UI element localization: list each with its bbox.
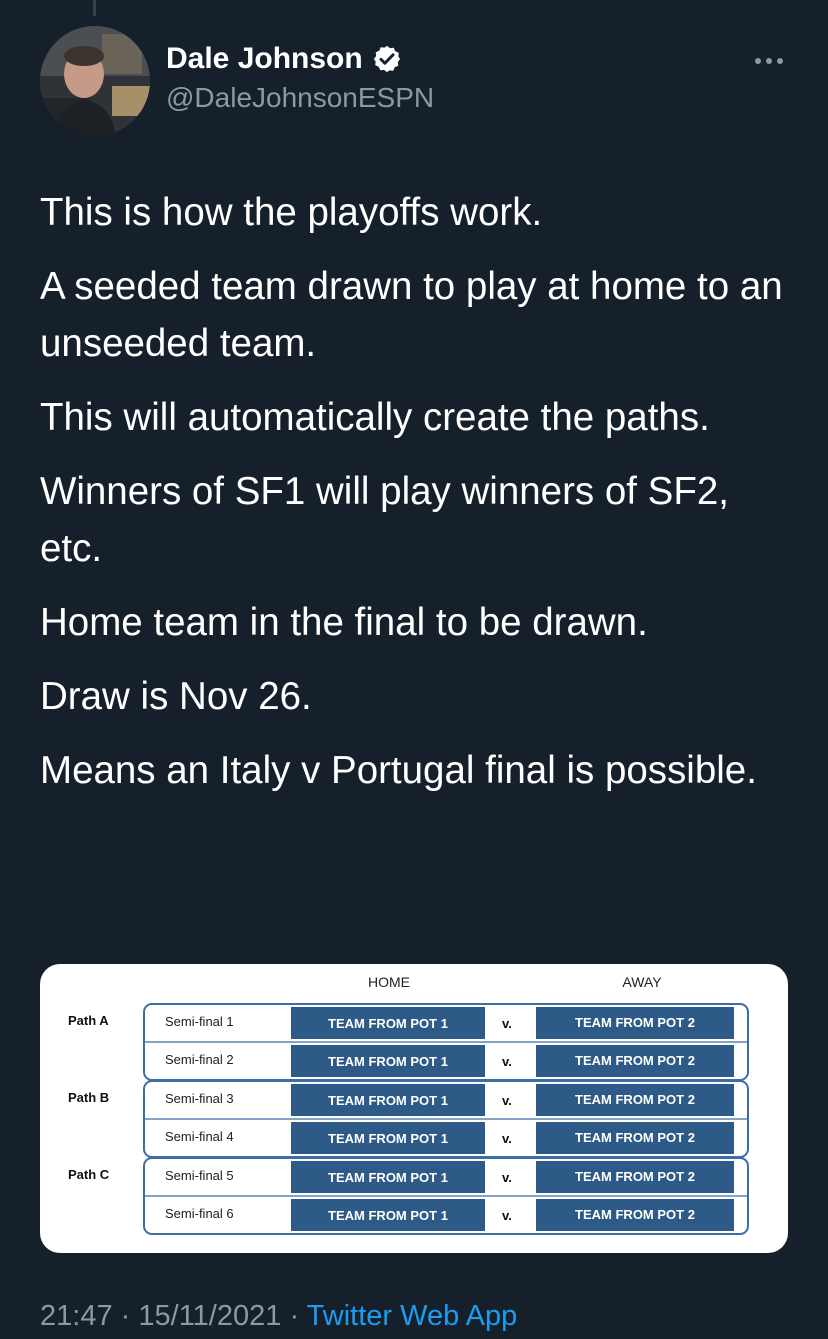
tweet-time[interactable]: 21:47: [40, 1300, 113, 1332]
path-label: Path C: [68, 1167, 110, 1182]
home-team-text: TEAM FROM POT 1: [328, 1054, 448, 1069]
verified-badge-icon: [373, 45, 400, 73]
path-label: Path B: [68, 1090, 109, 1105]
playoff-bracket-table: HOME AWAY Path A Semi-final 1 TEAM FROM POT …: [68, 974, 749, 1235]
tweet-paragraph: Draw is Nov 26.: [40, 675, 312, 718]
versus-label: v.: [502, 1170, 512, 1185]
away-team-text: TEAM FROM POT 2: [575, 1053, 695, 1068]
tweet-source-link[interactable]: Twitter Web App: [307, 1300, 518, 1332]
semi-final-label: Semi-final 6: [165, 1206, 234, 1221]
display-name-text[interactable]: Dale Johnson: [166, 42, 363, 76]
meta-separator: ·: [289, 1300, 300, 1332]
tweet-paragraph: Means an Italy v Portugal final is possi…: [40, 749, 757, 792]
tweet-paragraph: A seeded team drawn to play at home to a…: [40, 265, 783, 365]
tweet-paragraph: Winners of SF1 will play winners of SF2,…: [40, 470, 729, 570]
display-name[interactable]: Dale Johnson: [166, 42, 402, 76]
semi-final-label: Semi-final 3: [165, 1091, 234, 1106]
semi-final-label: Semi-final 1: [165, 1014, 234, 1029]
home-team-text: TEAM FROM POT 1: [328, 1093, 448, 1108]
tweet-date[interactable]: 15/11/2021: [138, 1300, 281, 1332]
meta-separator: ·: [120, 1300, 131, 1332]
user-handle[interactable]: @DaleJohnsonESPN: [166, 82, 434, 114]
tweet-text: This is how the playoffs work. A seeded …: [40, 184, 800, 816]
versus-label: v.: [502, 1131, 512, 1146]
versus-label: v.: [502, 1054, 512, 1069]
versus-label: v.: [502, 1093, 512, 1108]
tweet-page: Dale Johnson @DaleJohnsonESPN This is ho…: [0, 0, 828, 1339]
semi-final-label: Semi-final 5: [165, 1168, 234, 1183]
path-label: Path A: [68, 1013, 109, 1028]
semi-final-label: Semi-final 4: [165, 1129, 234, 1144]
away-column-header: AWAY: [622, 974, 662, 990]
versus-label: v.: [502, 1016, 512, 1031]
away-team-text: TEAM FROM POT 2: [575, 1207, 695, 1222]
tweet-paragraph: Home team in the final to be drawn.: [40, 601, 648, 644]
more-horizontal-icon[interactable]: [752, 48, 786, 74]
versus-label: v.: [502, 1208, 512, 1223]
away-team-text: TEAM FROM POT 2: [575, 1015, 695, 1030]
tweet-meta: 21:47 · 15/11/2021 · Twitter Web App: [40, 1300, 517, 1333]
home-team-text: TEAM FROM POT 1: [328, 1170, 448, 1185]
away-team-text: TEAM FROM POT 2: [575, 1092, 695, 1107]
tweet-paragraph: This is how the playoffs work.: [40, 191, 543, 234]
home-team-text: TEAM FROM POT 1: [328, 1131, 448, 1146]
away-team-text: TEAM FROM POT 2: [575, 1130, 695, 1145]
home-team-text: TEAM FROM POT 1: [328, 1016, 448, 1031]
tweet-paragraph: This will automatically create the paths…: [40, 396, 710, 439]
home-column-header: HOME: [368, 974, 410, 990]
away-team-text: TEAM FROM POT 2: [575, 1169, 695, 1184]
avatar[interactable]: [40, 26, 150, 136]
home-team-text: TEAM FROM POT 1: [328, 1208, 448, 1223]
thread-connector-line: [93, 0, 96, 16]
avatar-photo: [40, 26, 150, 136]
tweet-media-image[interactable]: HOME AWAY Path A Semi-final 1 TEAM FROM POT …: [40, 964, 788, 1253]
semi-final-label: Semi-final 2: [165, 1052, 234, 1067]
